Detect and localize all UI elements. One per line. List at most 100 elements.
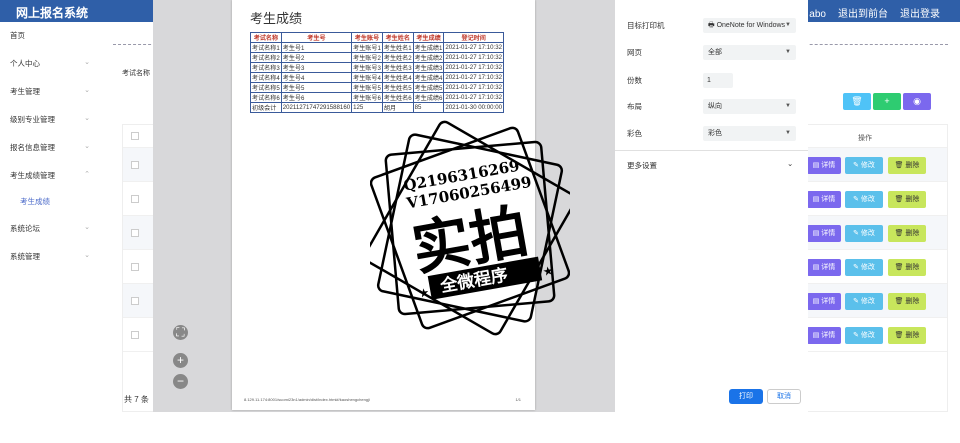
delete-button[interactable]: 🗑 删除	[888, 191, 926, 208]
column-header: 考生账号	[351, 32, 383, 43]
table-cell: 考生姓名1	[381, 42, 414, 53]
add-button[interactable]: +	[873, 93, 901, 110]
row-checkbox[interactable]	[131, 229, 139, 237]
trash-icon: 🗑	[851, 96, 863, 106]
page-number: 1/1	[515, 397, 521, 402]
table-row: 考试名称6 考生号6 考生账号6 考生姓名6 考生成绩6 2021-01-27 17:10…	[250, 92, 504, 103]
chevron-down-icon[interactable]: ⌄	[787, 159, 793, 168]
table-cell: 2021-01-27 17:10:32	[443, 62, 504, 73]
table-row: 考试名称5 考生号5 考生账号5 考生姓名5 考生成绩5 2021-01-27 17:10…	[250, 82, 504, 93]
fit-page-icon[interactable]: ⛶	[173, 325, 188, 340]
sidebar-item-grades[interactable]: 考生成绩管理 ⌃	[10, 170, 90, 181]
divider	[615, 150, 808, 151]
page-title: 考生成绩	[250, 11, 303, 26]
sidebar-item-levels[interactable]: 级别专业管理 ⌄	[10, 114, 90, 125]
zoom-in-icon[interactable]: +	[173, 353, 188, 368]
pages-select[interactable]: 全部 ▼	[703, 45, 796, 60]
delete-button[interactable]: 🗑 删除	[888, 259, 926, 276]
delete-button[interactable]: 🗑 删除	[888, 293, 926, 310]
copies-input[interactable]: 1	[703, 73, 733, 88]
edit-button[interactable]: ✎ 修改	[845, 327, 883, 344]
sidebar-item-forum[interactable]: 系统论坛 ⌄	[10, 223, 90, 234]
table-cell: 考生成绩6	[412, 92, 445, 103]
layout-select[interactable]: 纵向 ▼	[703, 99, 796, 114]
chevron-down-icon: ⌄	[84, 59, 90, 66]
sidebar-item-registration[interactable]: 报名信息管理 ⌄	[10, 142, 90, 153]
logout-link[interactable]: 退出登录	[900, 5, 940, 20]
row-checkbox[interactable]	[131, 161, 139, 169]
report-button[interactable]: ◉	[903, 93, 931, 110]
color-select[interactable]: 彩色 ▼	[703, 126, 796, 141]
detail-button[interactable]: ▤ 详情	[807, 293, 841, 310]
table-cell: 胡月	[381, 102, 414, 113]
sidebar-item-label: 考生成绩管理	[10, 171, 55, 180]
printer-icon: 🖶	[708, 22, 717, 29]
chevron-up-icon: ⌃	[84, 171, 90, 178]
delete-button[interactable]: 🗑 删除	[888, 157, 926, 174]
detail-button[interactable]: ▤ 详情	[807, 327, 841, 344]
copies-label: 份数	[627, 76, 642, 85]
back-to-front-link[interactable]: 退出到前台	[838, 5, 888, 20]
sidebar: 首页 个人中心 ⌄ 考生管理 ⌄ 级别专业管理 ⌄ 报名信息管理 ⌄ 考生成绩管理 ⌃ 考…	[0, 22, 101, 443]
batch-delete-button[interactable]: 🗑	[843, 93, 871, 110]
table-row: 考试名称2 考生号2 考生账号2 考生姓名2 考生成绩2 2021-01-27 17:10…	[250, 52, 504, 63]
table-cell: 考试名称3	[250, 62, 282, 73]
chevron-down-icon: ⌄	[84, 252, 90, 259]
more-settings-toggle[interactable]: 更多设置	[627, 160, 657, 171]
sidebar-item-system[interactable]: 系统管理 ⌄	[10, 251, 90, 262]
table-cell: 2021-01-27 17:10:32	[443, 42, 504, 53]
table-cell: 考生成绩1	[412, 42, 445, 53]
row-checkbox[interactable]	[131, 195, 139, 203]
detail-button[interactable]: ▤ 详情	[807, 225, 841, 242]
table-cell: 考生姓名6	[381, 92, 414, 103]
table-cell: 85	[412, 102, 445, 113]
dropdown-icon: ▼	[785, 103, 791, 109]
print-button[interactable]: 打印	[729, 389, 763, 404]
column-header: 考试名称	[250, 32, 282, 43]
column-header: 考生成绩	[412, 32, 445, 43]
sidebar-item-students[interactable]: 考生管理 ⌄	[10, 86, 90, 97]
table-cell: 2021-01-27 17:10:32	[443, 82, 504, 93]
table-cell: 考生账号2	[351, 52, 383, 63]
row-checkbox[interactable]	[131, 297, 139, 305]
table-cell: 考生姓名3	[381, 62, 414, 73]
table-cell: 考生账号5	[351, 82, 383, 93]
zoom-out-icon[interactable]: −	[173, 374, 188, 389]
detail-button[interactable]: ▤ 详情	[807, 157, 841, 174]
filter-label: 考试名称	[122, 70, 150, 77]
sidebar-subitem-grades[interactable]: 考生成绩	[20, 196, 100, 207]
cancel-button[interactable]: 取消	[767, 389, 801, 404]
sidebar-item-label: 报名信息管理	[10, 143, 55, 152]
top-nav: 理员 abo 退出到前台 退出登录	[787, 5, 940, 20]
table-cell: 2021-01-27 17:10:32	[443, 92, 504, 103]
row-checkbox[interactable]	[131, 263, 139, 271]
table-cell: 考生号4	[280, 72, 353, 83]
edit-button[interactable]: ✎ 修改	[845, 293, 883, 310]
edit-button[interactable]: ✎ 修改	[845, 225, 883, 242]
printer-select[interactable]: 🖶 OneNote for Windows ▼	[703, 18, 796, 33]
table-cell: 考生账号1	[351, 42, 383, 53]
detail-button[interactable]: ▤ 详情	[807, 191, 841, 208]
sidebar-item-home[interactable]: 首页	[10, 30, 90, 41]
row-checkbox[interactable]	[131, 331, 139, 339]
edit-button[interactable]: ✎ 修改	[845, 157, 883, 174]
delete-button[interactable]: 🗑 删除	[888, 225, 926, 242]
sidebar-item-profile[interactable]: 个人中心 ⌄	[10, 58, 90, 69]
edit-button[interactable]: ✎ 修改	[845, 259, 883, 276]
table-cell: 20211271747291588160	[280, 102, 353, 113]
pages-value: 全部	[708, 49, 722, 56]
column-header: 考生姓名	[381, 32, 414, 43]
dropdown-icon: ▼	[785, 130, 791, 136]
chart-icon: ◉	[913, 96, 921, 106]
detail-button[interactable]: ▤ 详情	[807, 259, 841, 276]
table-cell: 考生成绩4	[412, 72, 445, 83]
table-cell: 考生号6	[280, 92, 353, 103]
table-cell: 考生号1	[280, 42, 353, 53]
sidebar-item-label: 系统论坛	[10, 224, 40, 233]
sidebar-item-label: 系统管理	[10, 252, 40, 261]
color-value: 彩色	[708, 130, 722, 137]
edit-button[interactable]: ✎ 修改	[845, 191, 883, 208]
table-cell: 考生号5	[280, 82, 353, 93]
delete-button[interactable]: 🗑 删除	[888, 327, 926, 344]
row-checkbox[interactable]	[131, 132, 139, 140]
